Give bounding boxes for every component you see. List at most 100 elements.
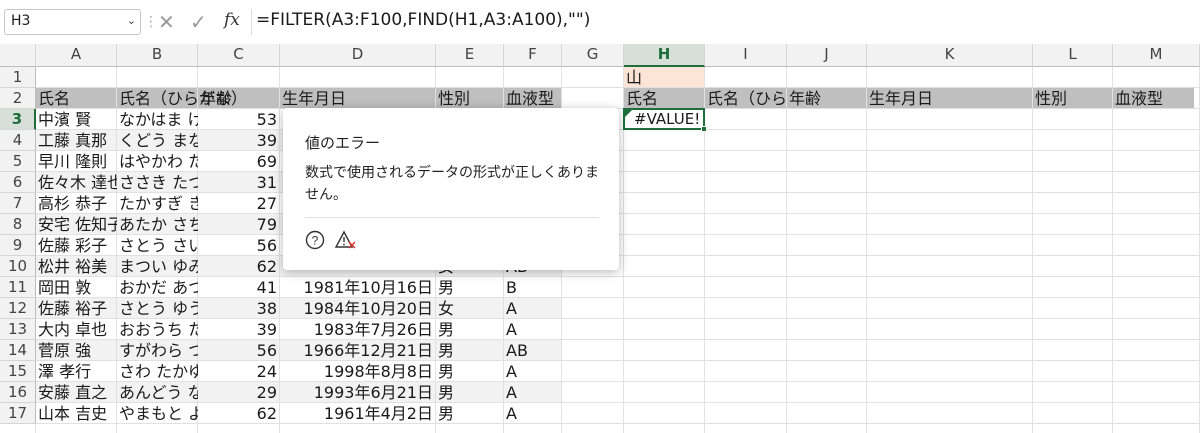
- table-cell-name[interactable]: 澤 孝行: [36, 361, 117, 382]
- row-header-6[interactable]: 6: [0, 172, 36, 193]
- table-cell-name[interactable]: 中濱 賢: [36, 109, 117, 130]
- table-cell-dob[interactable]: 1981年10月16日: [280, 277, 436, 298]
- table-cell-name[interactable]: 山本 吉史: [36, 403, 117, 424]
- table-cell-age[interactable]: 31: [198, 172, 280, 193]
- table-cell-sex[interactable]: 男: [436, 382, 504, 403]
- error-indicator-icon[interactable]: [625, 110, 632, 117]
- table-cell-age[interactable]: 69: [198, 151, 280, 172]
- table-cell-name[interactable]: 佐藤 裕子: [36, 298, 117, 319]
- row-header-3[interactable]: 3: [0, 109, 36, 130]
- table-cell-kana[interactable]: まつい ゆみ: [117, 256, 198, 277]
- column-header-g[interactable]: G: [562, 44, 624, 67]
- table-cell-age[interactable]: 27: [198, 193, 280, 214]
- table-cell-name[interactable]: 早川 隆則: [36, 151, 117, 172]
- row-header-10[interactable]: 10: [0, 256, 36, 277]
- chevron-down-icon[interactable]: ⌄: [127, 14, 136, 27]
- column-header-l[interactable]: L: [1033, 44, 1113, 67]
- row-header-2[interactable]: 2: [0, 88, 36, 109]
- table-cell-blood[interactable]: AB: [504, 340, 562, 361]
- table-cell-name[interactable]: 安宅 佐知子: [36, 214, 117, 235]
- row-header-1[interactable]: 1: [0, 67, 36, 88]
- name-box[interactable]: H3 ⌄: [4, 9, 141, 35]
- row-header-9[interactable]: 9: [0, 235, 36, 256]
- search-value[interactable]: 山: [624, 67, 705, 88]
- table-cell-age[interactable]: 24: [198, 361, 280, 382]
- table-cell-dob[interactable]: 1961年4月2日: [280, 403, 436, 424]
- fill-handle[interactable]: [701, 126, 707, 132]
- formula-input[interactable]: =FILTER(A3:F100,FIND(H1,A3:A100),""): [256, 10, 590, 30]
- table-cell-age[interactable]: 53: [198, 109, 280, 130]
- row-header-14[interactable]: 14: [0, 340, 36, 361]
- column-header-j[interactable]: J: [787, 44, 867, 67]
- row-header-15[interactable]: 15: [0, 361, 36, 382]
- table-cell-kana[interactable]: くどう まな: [117, 130, 198, 151]
- table-cell-age[interactable]: 56: [198, 340, 280, 361]
- row-header-5[interactable]: 5: [0, 151, 36, 172]
- table-cell-dob[interactable]: 1983年7月26日: [280, 319, 436, 340]
- table-cell-kana[interactable]: おかだ あつし: [117, 277, 198, 298]
- table-cell-kana[interactable]: はやかわ たかのり: [117, 151, 198, 172]
- row-header-16[interactable]: 16: [0, 382, 36, 403]
- table-cell-sex[interactable]: 男: [436, 340, 504, 361]
- table-cell-blood[interactable]: A: [504, 382, 562, 403]
- cancel-icon[interactable]: ✕: [158, 10, 175, 34]
- column-header-e[interactable]: E: [436, 44, 504, 67]
- column-header-i[interactable]: I: [705, 44, 787, 67]
- help-icon[interactable]: ?: [305, 230, 325, 254]
- table-cell-name[interactable]: 安藤 直之: [36, 382, 117, 403]
- table-cell-age[interactable]: 56: [198, 235, 280, 256]
- table-cell-dob[interactable]: 1998年8月8日: [280, 361, 436, 382]
- table-cell-kana[interactable]: さわ たかゆき: [117, 361, 198, 382]
- trace-error-icon[interactable]: [334, 230, 357, 254]
- table-cell-name[interactable]: 高杉 恭子: [36, 193, 117, 214]
- row-header-7[interactable]: 7: [0, 193, 36, 214]
- table-cell-sex[interactable]: 男: [436, 277, 504, 298]
- table-cell-age[interactable]: 62: [198, 403, 280, 424]
- column-header-c[interactable]: C: [198, 44, 280, 67]
- table-cell-age[interactable]: 79: [198, 214, 280, 235]
- table-cell-sex[interactable]: 男: [436, 403, 504, 424]
- table-cell-blood[interactable]: A: [504, 361, 562, 382]
- table-cell-dob[interactable]: 1966年12月21日: [280, 340, 436, 361]
- table-cell-kana[interactable]: たかすぎ きょうこ: [117, 193, 198, 214]
- table-cell-sex[interactable]: 男: [436, 361, 504, 382]
- column-header-k[interactable]: K: [867, 44, 1033, 67]
- table-cell-blood[interactable]: A: [504, 403, 562, 424]
- table-cell-age[interactable]: 39: [198, 130, 280, 151]
- select-all-corner[interactable]: [0, 44, 36, 67]
- table-cell-name[interactable]: 大内 卓也: [36, 319, 117, 340]
- table-cell-kana[interactable]: なかはま けん: [117, 109, 198, 130]
- active-cell[interactable]: #VALUE!: [623, 108, 707, 132]
- table-cell-dob[interactable]: 1984年10月20日: [280, 298, 436, 319]
- function-icon[interactable]: fx: [224, 10, 240, 30]
- row-header-13[interactable]: 13: [0, 319, 36, 340]
- table-cell-name[interactable]: 岡田 敦: [36, 277, 117, 298]
- table-cell-blood[interactable]: B: [504, 277, 562, 298]
- table-cell-name[interactable]: 菅原 強: [36, 340, 117, 361]
- table-cell-name[interactable]: 佐藤 彩子: [36, 235, 117, 256]
- table-cell-kana[interactable]: おおうち たくや: [117, 319, 198, 340]
- row-header-4[interactable]: 4: [0, 130, 36, 151]
- table-cell-blood[interactable]: A: [504, 298, 562, 319]
- table-cell-age[interactable]: 62: [198, 256, 280, 277]
- table-cell-kana[interactable]: さとう ゆうこ: [117, 298, 198, 319]
- column-header-a[interactable]: A: [36, 44, 117, 67]
- table-cell-age[interactable]: 39: [198, 319, 280, 340]
- table-cell-kana[interactable]: やまもと よしふみ: [117, 403, 198, 424]
- row-header-12[interactable]: 12: [0, 298, 36, 319]
- column-header-b[interactable]: B: [117, 44, 198, 67]
- column-header-h[interactable]: H: [624, 44, 705, 67]
- table-cell-age[interactable]: 29: [198, 382, 280, 403]
- table-cell-name[interactable]: 佐々木 達也: [36, 172, 117, 193]
- table-cell-sex[interactable]: 男: [436, 319, 504, 340]
- row-header-8[interactable]: 8: [0, 214, 36, 235]
- row-header-11[interactable]: 11: [0, 277, 36, 298]
- table-cell-age[interactable]: 41: [198, 277, 280, 298]
- table-cell-name[interactable]: 工藤 真那: [36, 130, 117, 151]
- table-cell-kana[interactable]: あんどう なおゆき: [117, 382, 198, 403]
- table-cell-kana[interactable]: ささき たつや: [117, 172, 198, 193]
- column-header-m[interactable]: M: [1113, 44, 1200, 67]
- column-header-f[interactable]: F: [504, 44, 562, 67]
- table-cell-blood[interactable]: A: [504, 319, 562, 340]
- column-header-d[interactable]: D: [280, 44, 436, 67]
